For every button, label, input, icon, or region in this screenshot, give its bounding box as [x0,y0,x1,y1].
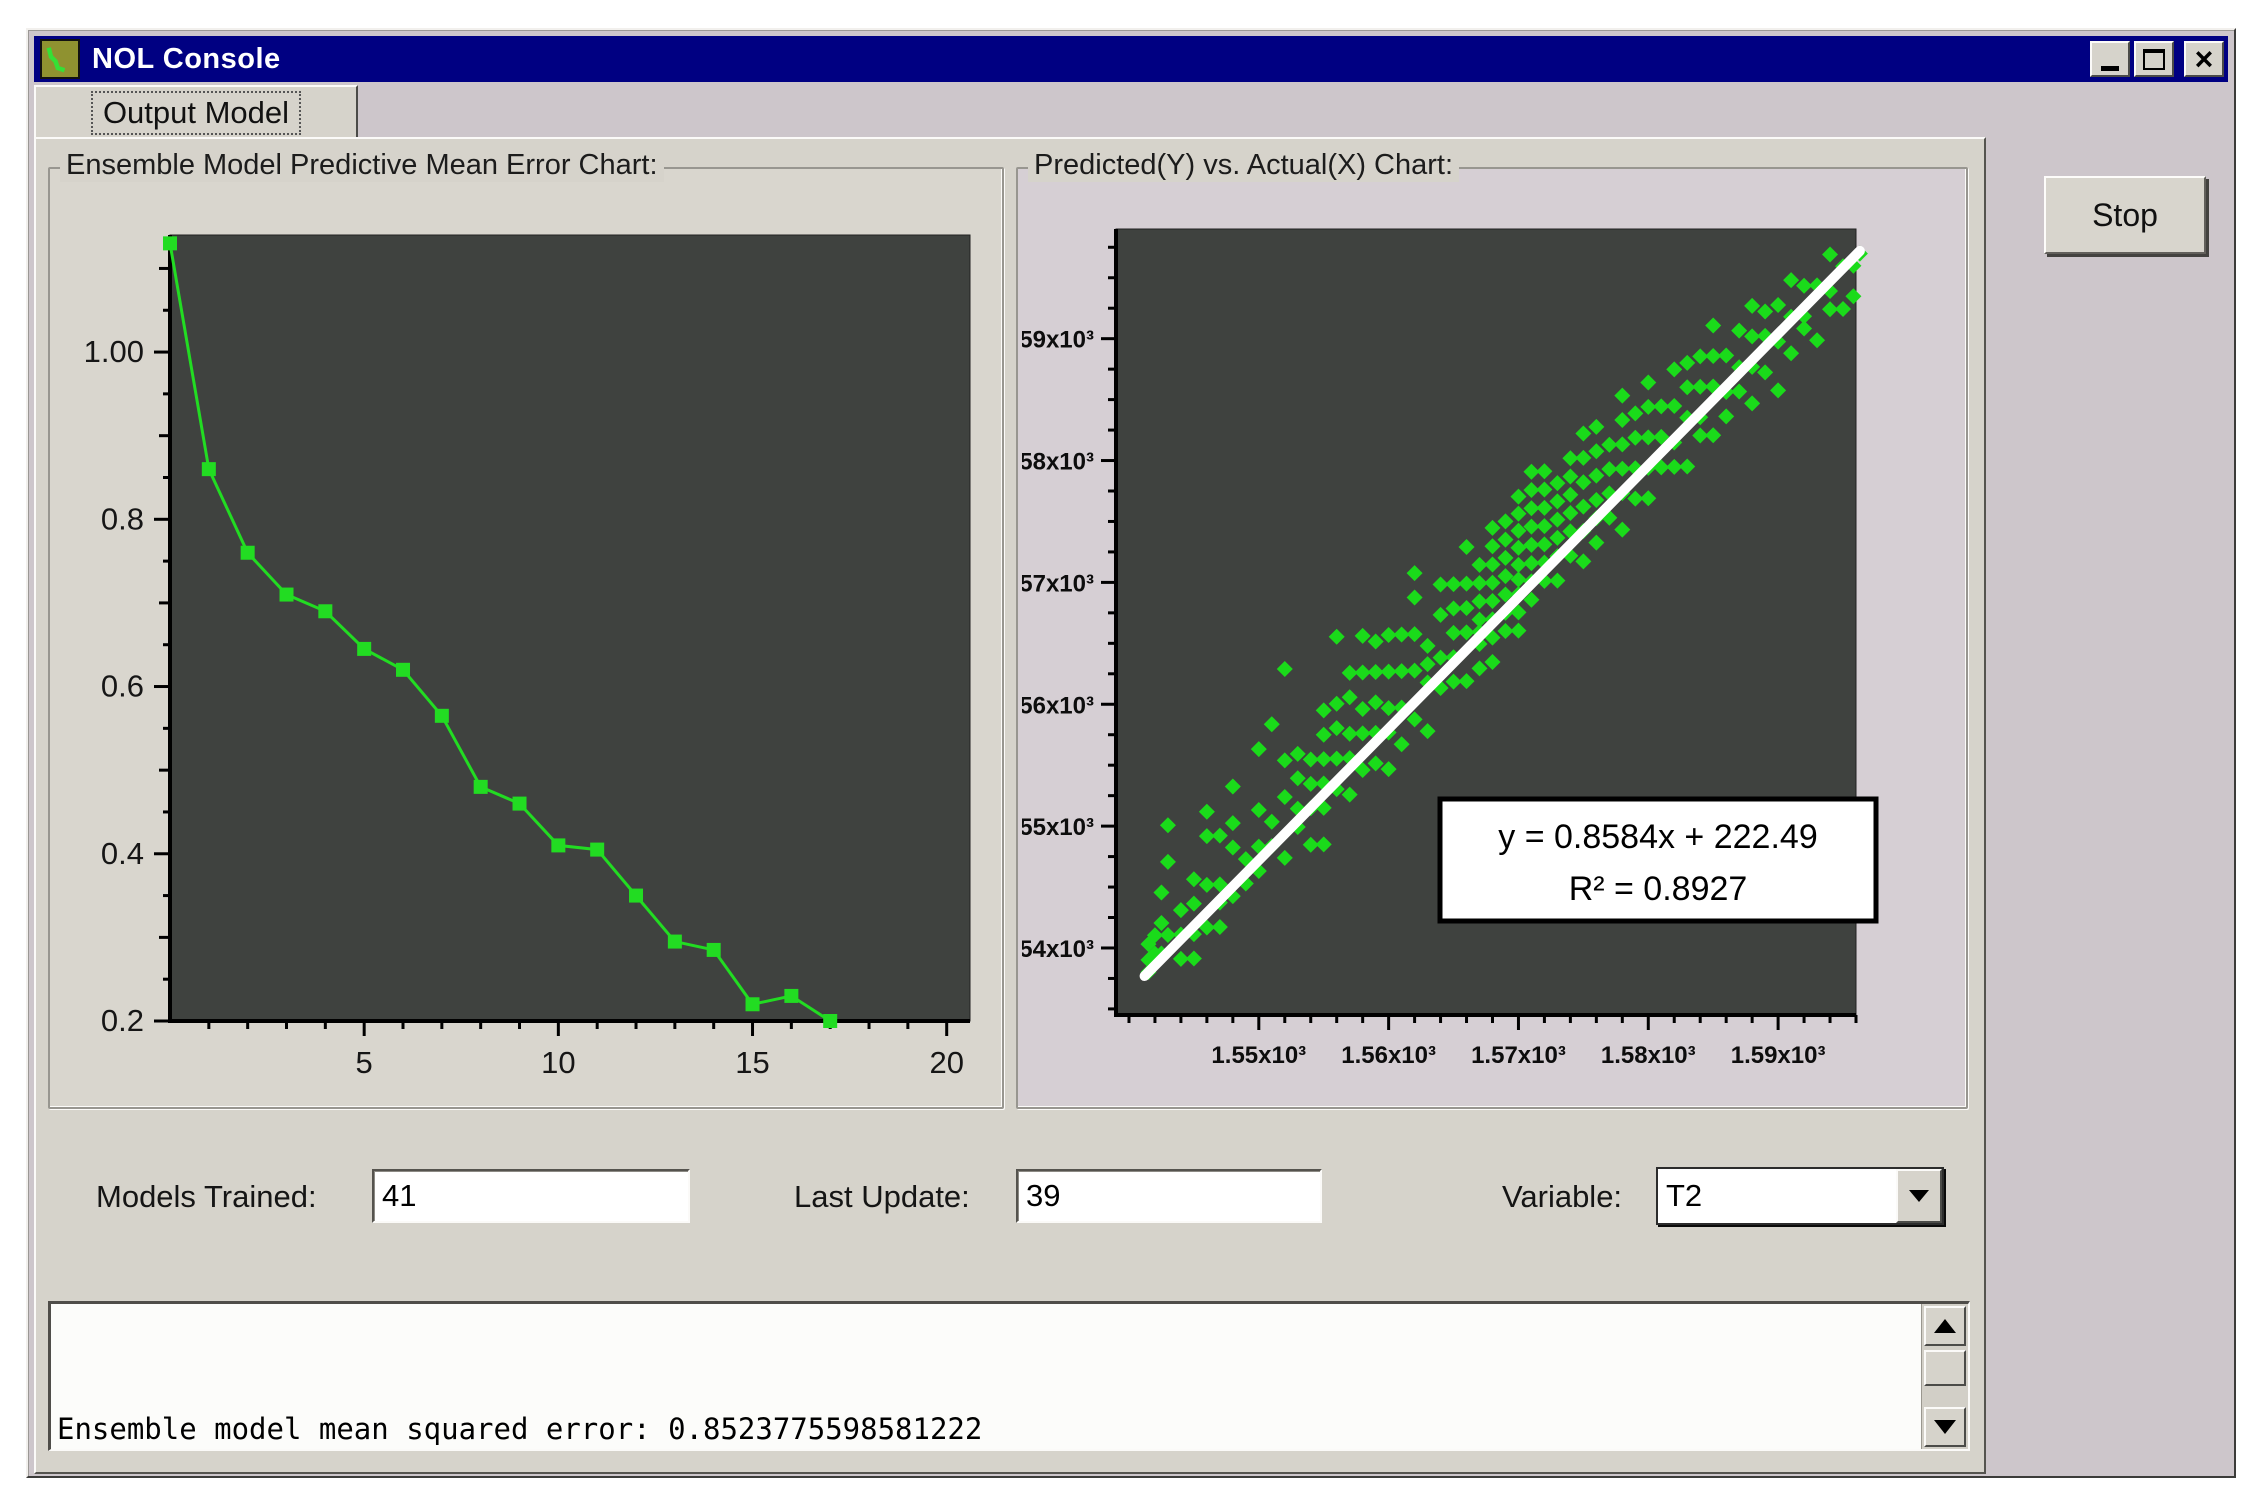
minimize-button[interactable] [2090,41,2130,77]
models-trained-input[interactable] [372,1169,690,1223]
predicted-vs-actual-chart-title: Predicted(Y) vs. Actual(X) Chart: [1028,149,1459,182]
svg-text:1.56x10³: 1.56x10³ [1341,1042,1436,1069]
maximize-button[interactable] [2134,41,2174,77]
variable-label: Variable: [1502,1179,1622,1215]
svg-text:1.00: 1.00 [84,334,144,369]
ensemble-error-chart-group: Ensemble Model Predictive Mean Error Cha… [48,167,1004,1109]
console-line: Ensemble model mean squared error: 0.852… [57,1406,1920,1445]
svg-text:59x10³: 59x10³ [1022,327,1094,354]
svg-text:R² = 0.8927: R² = 0.8927 [1569,870,1748,908]
scroll-down-button[interactable] [1924,1407,1966,1447]
svg-text:0.8: 0.8 [101,501,144,536]
chevron-down-icon [1909,1190,1929,1202]
svg-text:56x10³: 56x10³ [1022,692,1094,719]
close-button[interactable]: × [2184,41,2224,77]
svg-text:55x10³: 55x10³ [1022,814,1094,841]
svg-text:57x10³: 57x10³ [1022,570,1094,597]
output-model-panel: Ensemble Model Predictive Mean Error Cha… [34,137,1986,1474]
svg-text:1.58x10³: 1.58x10³ [1601,1042,1696,1069]
svg-text:5: 5 [356,1045,373,1080]
console-output[interactable]: Ensemble model mean squared error: 0.852… [48,1301,1970,1451]
predicted-vs-actual-chart-group: Predicted(Y) vs. Actual(X) Chart: 54x10³… [1016,167,1968,1109]
svg-text:15: 15 [735,1045,769,1080]
title-bar[interactable]: NOL Console × [34,36,2228,82]
svg-text:10: 10 [541,1045,575,1080]
svg-text:0.2: 0.2 [101,1003,144,1038]
svg-text:1.55x10³: 1.55x10³ [1211,1042,1306,1069]
svg-text:y = 0.8584x + 222.49: y = 0.8584x + 222.49 [1498,818,1817,856]
close-icon: × [2195,45,2214,73]
svg-text:0.6: 0.6 [101,669,144,704]
svg-text:20: 20 [929,1045,963,1080]
svg-text:54x10³: 54x10³ [1022,936,1094,963]
variable-dropdown[interactable]: T2 [1656,1167,1944,1225]
models-trained-label: Models Trained: [96,1179,317,1215]
console-scrollbar[interactable] [1921,1304,1968,1449]
variable-dropdown-value: T2 [1658,1178,1896,1214]
tab-output-model[interactable]: Output Model [34,85,358,139]
tab-label: Output Model [91,91,301,135]
app-window: NOL Console × Output Model Ensemble Mode… [26,28,2236,1478]
chart-line-app-icon [40,39,80,79]
minimize-icon [2101,66,2119,71]
stop-button[interactable]: Stop [2044,176,2206,254]
svg-text:0.4: 0.4 [101,836,144,871]
scroll-down-icon [1934,1420,1956,1434]
scroll-up-icon [1934,1319,1956,1333]
last-update-input[interactable] [1016,1169,1322,1223]
variable-dropdown-button[interactable] [1896,1169,1942,1223]
scatter-chart-svg: 54x10³ 55x10³ 56x10³ 57x10³ 58x10³ 59x10³ 1.55… [1022,191,1962,1099]
scrollbar-thumb[interactable] [1924,1350,1966,1386]
line-chart-svg: 0.2 0.4 0.6 0.8 1.00 5 10 15 20 [54,191,998,1099]
svg-text:1.57x10³: 1.57x10³ [1471,1042,1566,1069]
ensemble-error-chart-title: Ensemble Model Predictive Mean Error Cha… [60,149,664,182]
svg-text:58x10³: 58x10³ [1022,449,1094,476]
svg-text:1.59x10³: 1.59x10³ [1731,1042,1826,1069]
last-update-label: Last Update: [794,1179,970,1215]
maximize-icon [2143,49,2165,70]
window-title: NOL Console [92,43,281,76]
icon-bg [42,41,78,77]
scroll-up-button[interactable] [1924,1306,1966,1346]
